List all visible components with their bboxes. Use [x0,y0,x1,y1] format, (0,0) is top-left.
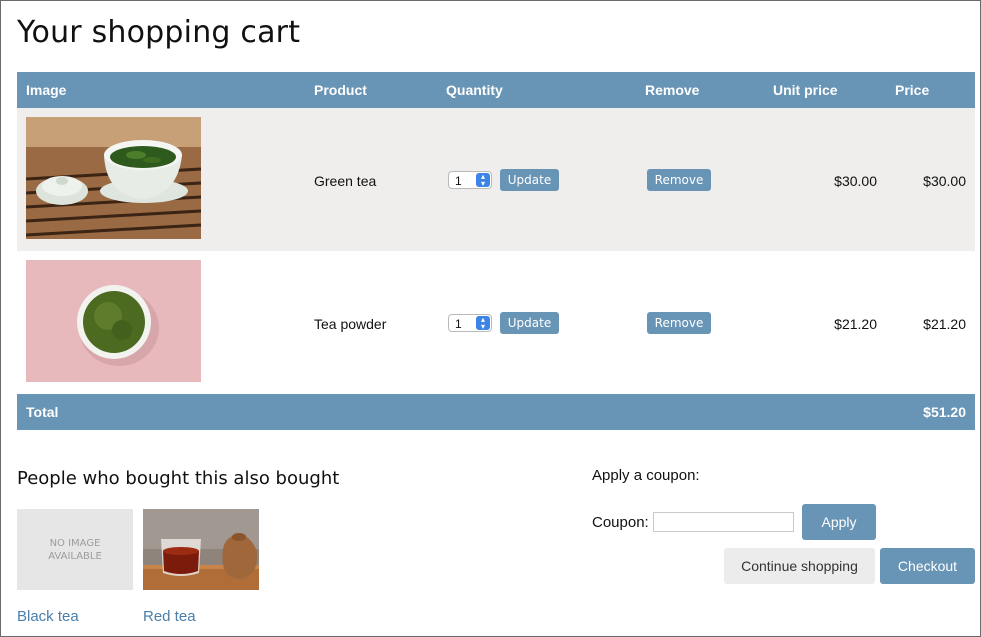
apply-coupon-button[interactable]: Apply [802,504,876,540]
no-image-placeholder[interactable]: NO IMAGE AVAILABLE [17,509,133,590]
column-header-image: Image [26,82,67,98]
column-header-product: Product [314,82,367,98]
green-tea-image [26,117,201,239]
tea-powder-image [26,260,201,382]
quantity-select[interactable]: 1 ▴ ▾ [448,314,492,332]
cart-table-header: Image Product Quantity Remove Unit price… [17,72,975,108]
line-price: $30.00 [923,173,966,189]
coupon-label: Coupon: [592,514,649,531]
cart-row-tea-powder: Tea powder 1 ▴ ▾ Update Remove $21.20 $21… [17,251,975,394]
coupon-heading: Apply a coupon: [592,467,700,484]
update-button[interactable]: Update [500,169,559,191]
remove-button[interactable]: Remove [647,312,711,334]
coupon-input[interactable] [653,512,794,532]
column-header-remove: Remove [645,82,700,98]
continue-shopping-button[interactable]: Continue shopping [724,548,875,584]
product-name: Tea powder [314,316,387,332]
total-label: Total [26,404,59,420]
line-price: $21.20 [923,316,966,332]
page-title: Your shopping cart [17,15,301,50]
recommendation-link-red-tea[interactable]: Red tea [143,608,196,625]
quantity-value: 1 [455,317,462,331]
cart-total-bar: Total $51.20 [17,394,975,430]
page-frame: Your shopping cart Image Product Quantit… [0,0,981,637]
product-name: Green tea [314,173,377,189]
update-button[interactable]: Update [500,312,559,334]
column-header-quantity: Quantity [446,82,503,98]
checkout-button[interactable]: Checkout [880,548,975,584]
quantity-value: 1 [455,174,462,188]
red-tea-image[interactable] [143,509,259,590]
column-header-price: Price [895,82,930,98]
recommendation-link-black-tea[interactable]: Black tea [17,608,79,625]
column-header-unit-price: Unit price [773,82,838,98]
total-value: $51.20 [923,404,966,420]
stepper-arrows-icon: ▴ ▾ [476,316,490,331]
unit-price: $21.20 [834,316,877,332]
remove-button[interactable]: Remove [647,169,711,191]
stepper-arrows-icon: ▴ ▾ [476,173,490,188]
quantity-select[interactable]: 1 ▴ ▾ [448,171,492,189]
cart-row-green-tea: Green tea 1 ▴ ▾ Update Remove $30.00 $30.… [17,108,975,251]
recommendations-title: People who bought this also bought [17,468,340,489]
unit-price: $30.00 [834,173,877,189]
